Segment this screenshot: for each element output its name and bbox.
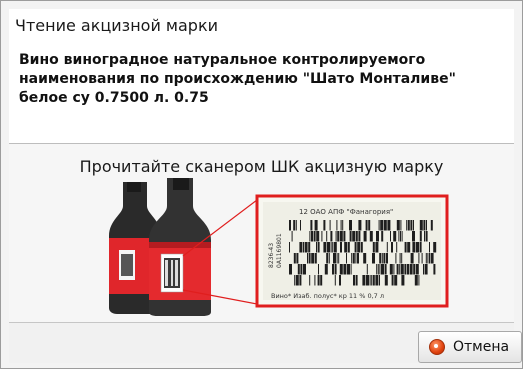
cancel-button-label: Отмена: [453, 339, 510, 355]
stamp-side-code: 8236-43: [268, 243, 275, 268]
scan-instruction: Прочитайте сканером ШК акцизную марку: [79, 157, 444, 176]
scan-panel: Прочитайте сканером ШК акцизную марку 12…: [9, 144, 514, 323]
stamp-footer-text: Вино* Изаб. полус* кр 11 % 0,7 л: [271, 292, 384, 300]
excise-dialog: Чтение акцизной марки Вино виноградное н…: [0, 0, 523, 369]
bottles-with-stamp-illustration: 12 ОАО АПФ "Фанагория" 8236-43 0A1169801…: [109, 178, 449, 316]
dialog-titlebar: Чтение акцизной марки: [9, 9, 514, 44]
stamp-side-number: 0A1169801: [276, 233, 283, 268]
dialog-title: Чтение акцизной марки: [15, 16, 219, 35]
bottle-front: [149, 178, 211, 316]
cancel-button[interactable]: Отмена: [418, 331, 522, 363]
record-icon: [429, 339, 445, 355]
dialog-footer: Отмена: [9, 323, 522, 363]
stamp-header-text: 12 ОАО АПФ "Фанагория": [299, 208, 393, 216]
product-panel: Вино виноградное натуральное контролируе…: [9, 43, 514, 144]
product-name: Вино виноградное натуральное контролируе…: [19, 52, 456, 106]
